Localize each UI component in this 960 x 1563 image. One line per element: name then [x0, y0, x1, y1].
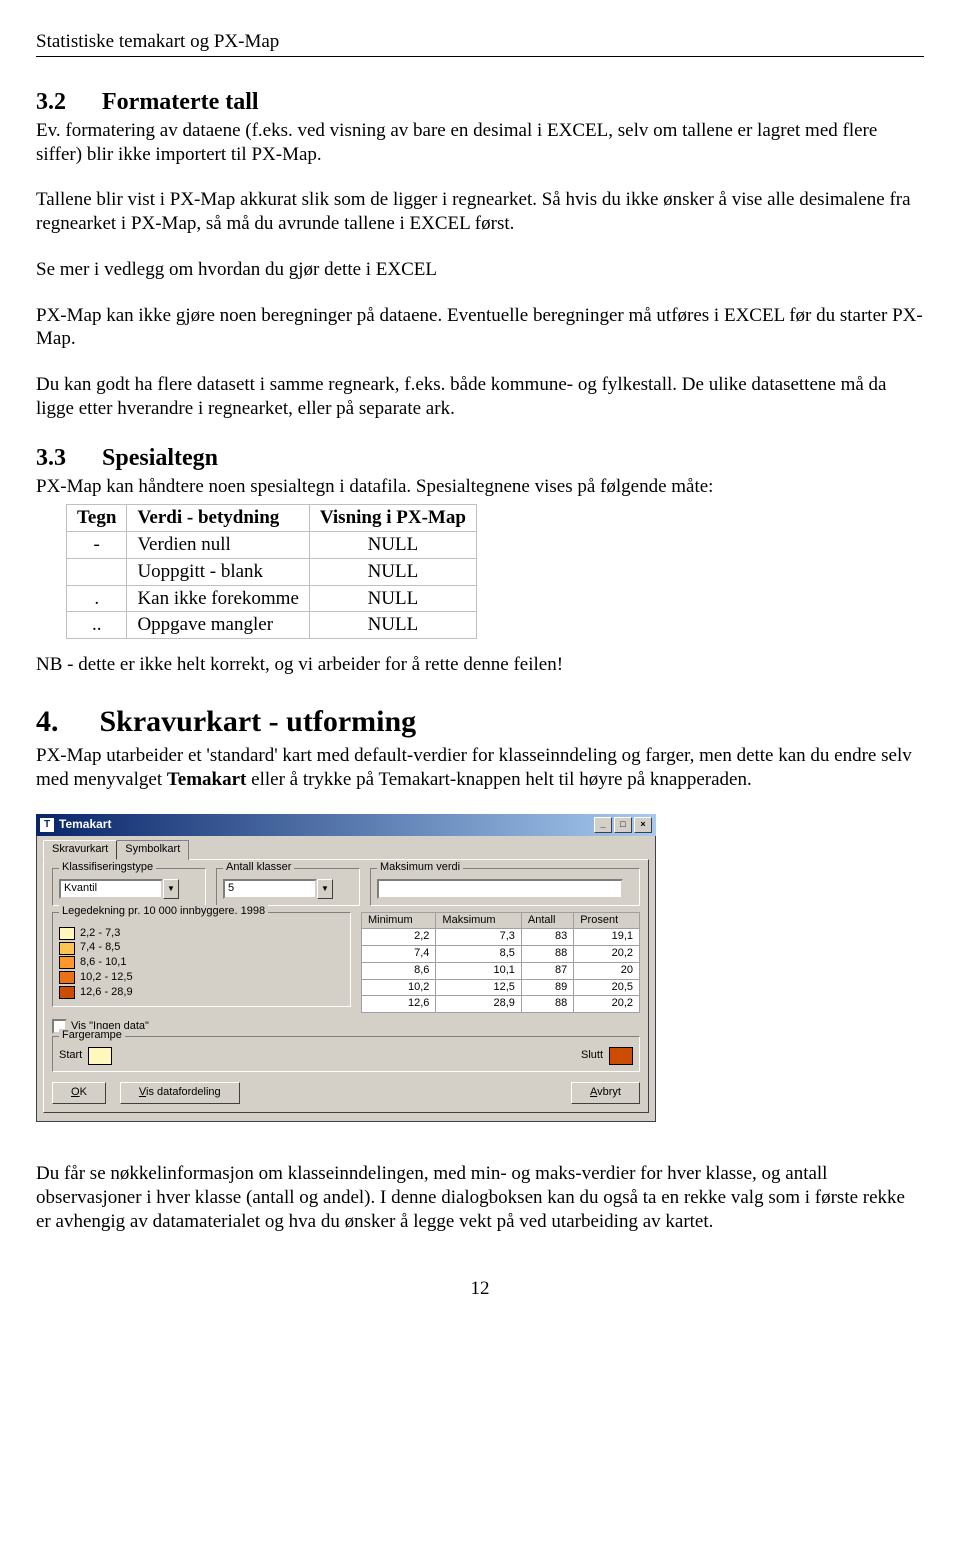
paragraph: PX-Map kan ikke gjøre noen beregninger p…: [36, 304, 924, 352]
page-header: Statistiske temakart og PX-Map: [36, 30, 924, 57]
table-row: 12,628,98820,2: [362, 996, 640, 1013]
legend-swatch: [59, 971, 75, 984]
th-sign: Tegn: [67, 505, 127, 532]
section-num: 3.3: [36, 443, 96, 473]
legend-swatch: [59, 956, 75, 969]
section-3-3-heading: 3.3 Spesialtegn: [36, 443, 924, 473]
section-3-2-heading: 3.2 Formaterte tall: [36, 87, 924, 117]
ramp-start-swatch[interactable]: [88, 1047, 112, 1065]
cancel-button[interactable]: Avbryt: [571, 1082, 640, 1104]
paragraph: Du får se nøkkelinformasjon om klasseinn…: [36, 1162, 924, 1233]
ramp-end-label: Slutt: [581, 1049, 603, 1063]
table-row: Uoppgitt - blankNULL: [67, 558, 477, 585]
legend-list: 2,2 - 7,3 7,4 - 8,5 8,6 - 10,1 10,2 - 12…: [59, 927, 344, 1000]
th-display: Visning i PX-Map: [309, 505, 476, 532]
app-icon: T: [40, 818, 54, 832]
close-button[interactable]: ×: [634, 817, 652, 833]
paragraph: PX-Map utarbeider et 'standard' kart med…: [36, 744, 924, 792]
legend-swatch: [59, 986, 75, 999]
section-num: 3.2: [36, 87, 96, 117]
chapter-num: 4.: [36, 703, 92, 741]
legend-item: 12,6 - 28,9: [59, 986, 344, 1000]
temakart-dialog: T Temakart _ □ × Skravurkart Symbolkart …: [36, 814, 656, 1122]
group-color-ramp: Fargerampe: [59, 1029, 125, 1043]
ramp-start-label: Start: [59, 1049, 82, 1063]
paragraph: PX-Map kan håndtere noen spesialtegn i d…: [36, 475, 924, 499]
group-classification: Klassifiseringstype: [59, 861, 156, 875]
classification-select[interactable]: Kvantil: [59, 879, 163, 899]
minimize-button[interactable]: _: [594, 817, 612, 833]
table-row: ..Oppgave manglerNULL: [67, 612, 477, 639]
group-legend: Legedekning pr. 10 000 innbyggere. 1998: [59, 905, 268, 919]
legend-swatch: [59, 942, 75, 955]
table-row: 8,610,18720: [362, 962, 640, 979]
legend-item: 8,6 - 10,1: [59, 956, 344, 970]
dialog-title: Temakart: [59, 817, 111, 832]
paragraph: Du kan godt ha flere datasett i samme re…: [36, 373, 924, 421]
legend-swatch: [59, 927, 75, 940]
table-row: 10,212,58920,5: [362, 979, 640, 996]
tab-symbolkart[interactable]: Symbolkart: [116, 840, 189, 860]
class-count-select[interactable]: 5: [223, 879, 317, 899]
chapter-title: Skravurkart - utforming: [100, 705, 417, 738]
ramp-end-swatch[interactable]: [609, 1047, 633, 1065]
paragraph: Tallene blir vist i PX-Map akkurat slik …: [36, 188, 924, 236]
chevron-down-icon[interactable]: ▼: [317, 879, 333, 899]
group-max-value: Maksimum verdi: [377, 861, 463, 875]
ok-button[interactable]: OK: [52, 1082, 106, 1104]
table-row: -Verdien nullNULL: [67, 532, 477, 559]
section-title: Spesialtegn: [102, 445, 218, 471]
special-chars-table: Tegn Verdi - betydning Visning i PX-Map …: [66, 504, 477, 639]
max-value-input[interactable]: [377, 879, 623, 899]
chevron-down-icon[interactable]: ▼: [163, 879, 179, 899]
legend-item: 7,4 - 8,5: [59, 941, 344, 955]
th-meaning: Verdi - betydning: [127, 505, 309, 532]
table-row: 7,48,58820,2: [362, 946, 640, 963]
legend-item: 10,2 - 12,5: [59, 971, 344, 985]
legend-item: 2,2 - 7,3: [59, 927, 344, 941]
note-paragraph: NB - dette er ikke helt korrekt, og vi a…: [36, 653, 924, 677]
maximize-button[interactable]: □: [614, 817, 632, 833]
section-title: Formaterte tall: [102, 89, 259, 115]
table-row: 2,27,38319,1: [362, 929, 640, 946]
section-4-heading: 4. Skravurkart - utforming: [36, 703, 924, 741]
table-row: .Kan ikke forekommeNULL: [67, 585, 477, 612]
dialog-titlebar: T Temakart _ □ ×: [36, 814, 656, 836]
group-class-count: Antall klasser: [223, 861, 294, 875]
paragraph: Se mer i vedlegg om hvordan du gjør dett…: [36, 258, 924, 282]
show-distribution-button[interactable]: Vis datafordeling: [120, 1082, 240, 1104]
class-stats-table: Minimum Maksimum Antall Prosent 2,27,383…: [361, 912, 640, 1014]
paragraph: Ev. formatering av dataene (f.eks. ved v…: [36, 119, 924, 167]
page-number: 12: [36, 1277, 924, 1301]
tab-skravurkart[interactable]: Skravurkart: [43, 840, 117, 860]
